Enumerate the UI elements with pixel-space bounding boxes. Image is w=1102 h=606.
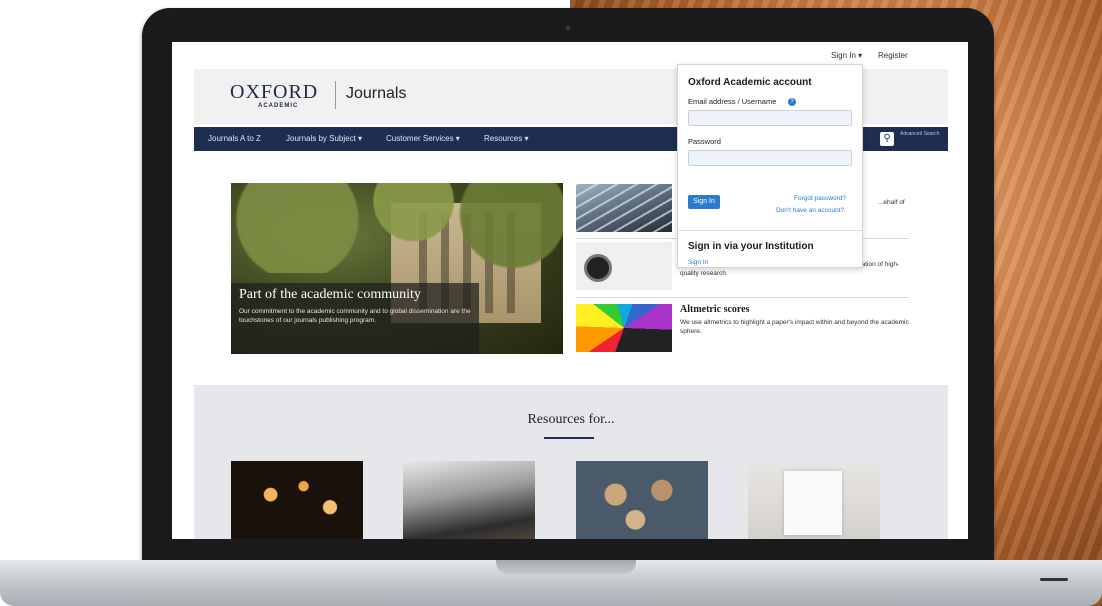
feature-text-1: ...ehalf of — [878, 199, 905, 206]
popup-divider — [678, 230, 862, 231]
nav-item-journals-by-subject[interactable]: Journals by Subject ▾ — [286, 134, 362, 143]
create-account-link[interactable]: Don't have an account? — [776, 207, 844, 214]
site-name: Journals — [346, 85, 407, 102]
resource-card-frame[interactable] — [748, 461, 880, 539]
email-label: Email address / Username — [688, 97, 777, 106]
resource-card-library[interactable] — [403, 461, 535, 539]
hero-title: Part of the academic community — [239, 287, 421, 302]
academic-logo-sub: ACADEMIC — [258, 103, 299, 109]
sign-in-link[interactable]: Sign In ▾ — [831, 51, 862, 60]
hero-caption: Part of the academic community Our commi… — [231, 283, 479, 354]
lock-icon — [584, 254, 612, 282]
resources-section: Resources for... — [194, 385, 948, 539]
feature-thumb-rowing[interactable] — [576, 184, 672, 232]
advanced-search-link[interactable]: Advanced Search — [900, 131, 940, 138]
password-field[interactable] — [688, 150, 852, 166]
laptop-camera — [566, 26, 570, 30]
laptop-indicator — [1040, 578, 1068, 581]
hero-text: Our commitment to the academic community… — [239, 308, 471, 324]
laptop-screen: Sign In ▾ Register OXFORD ACADEMIC Journ… — [172, 42, 968, 539]
nav-item-journals-a-to-z[interactable]: Journals A to Z — [208, 134, 261, 143]
resource-card-lightbulbs[interactable] — [231, 461, 363, 539]
hero-foliage-image — [231, 183, 563, 273]
search-icon[interactable]: ⚲ — [880, 132, 894, 146]
popup-title: Oxford Academic account — [688, 77, 812, 88]
password-label: Password — [688, 137, 721, 146]
resources-title: Resources for... — [527, 412, 615, 427]
logo-divider — [335, 81, 336, 109]
oxford-logo[interactable]: OXFORD — [230, 81, 318, 104]
hero-banner[interactable]: Part of the academic community Our commi… — [231, 183, 563, 354]
institution-sign-in-link[interactable]: Sign In — [688, 259, 708, 266]
nav-item-customer-services[interactable]: Customer Services ▾ — [386, 134, 460, 143]
email-field[interactable] — [688, 110, 852, 126]
sign-in-button[interactable]: Sign In — [688, 195, 720, 209]
resources-title-underline — [544, 437, 594, 439]
forgot-password-link[interactable]: Forgot password? — [794, 195, 846, 202]
institution-title: Sign in via your Institution — [688, 241, 814, 252]
feature-divider — [576, 297, 909, 298]
nav-item-resources[interactable]: Resources ▾ — [484, 134, 528, 143]
feature-text-3: We use altmetrics to highlight a paper's… — [680, 319, 909, 335]
help-icon[interactable]: ? — [788, 98, 796, 106]
resource-card-people[interactable] — [576, 461, 708, 539]
feature-thumb-lock[interactable] — [576, 242, 672, 290]
feature-thumb-pencils[interactable] — [576, 304, 672, 352]
register-link[interactable]: Register — [878, 51, 908, 60]
laptop-opening-notch — [496, 560, 636, 574]
feature-title-altmetric[interactable]: Altmetric scores — [680, 304, 750, 315]
signin-popup: Oxford Academic account Email address / … — [677, 64, 863, 268]
